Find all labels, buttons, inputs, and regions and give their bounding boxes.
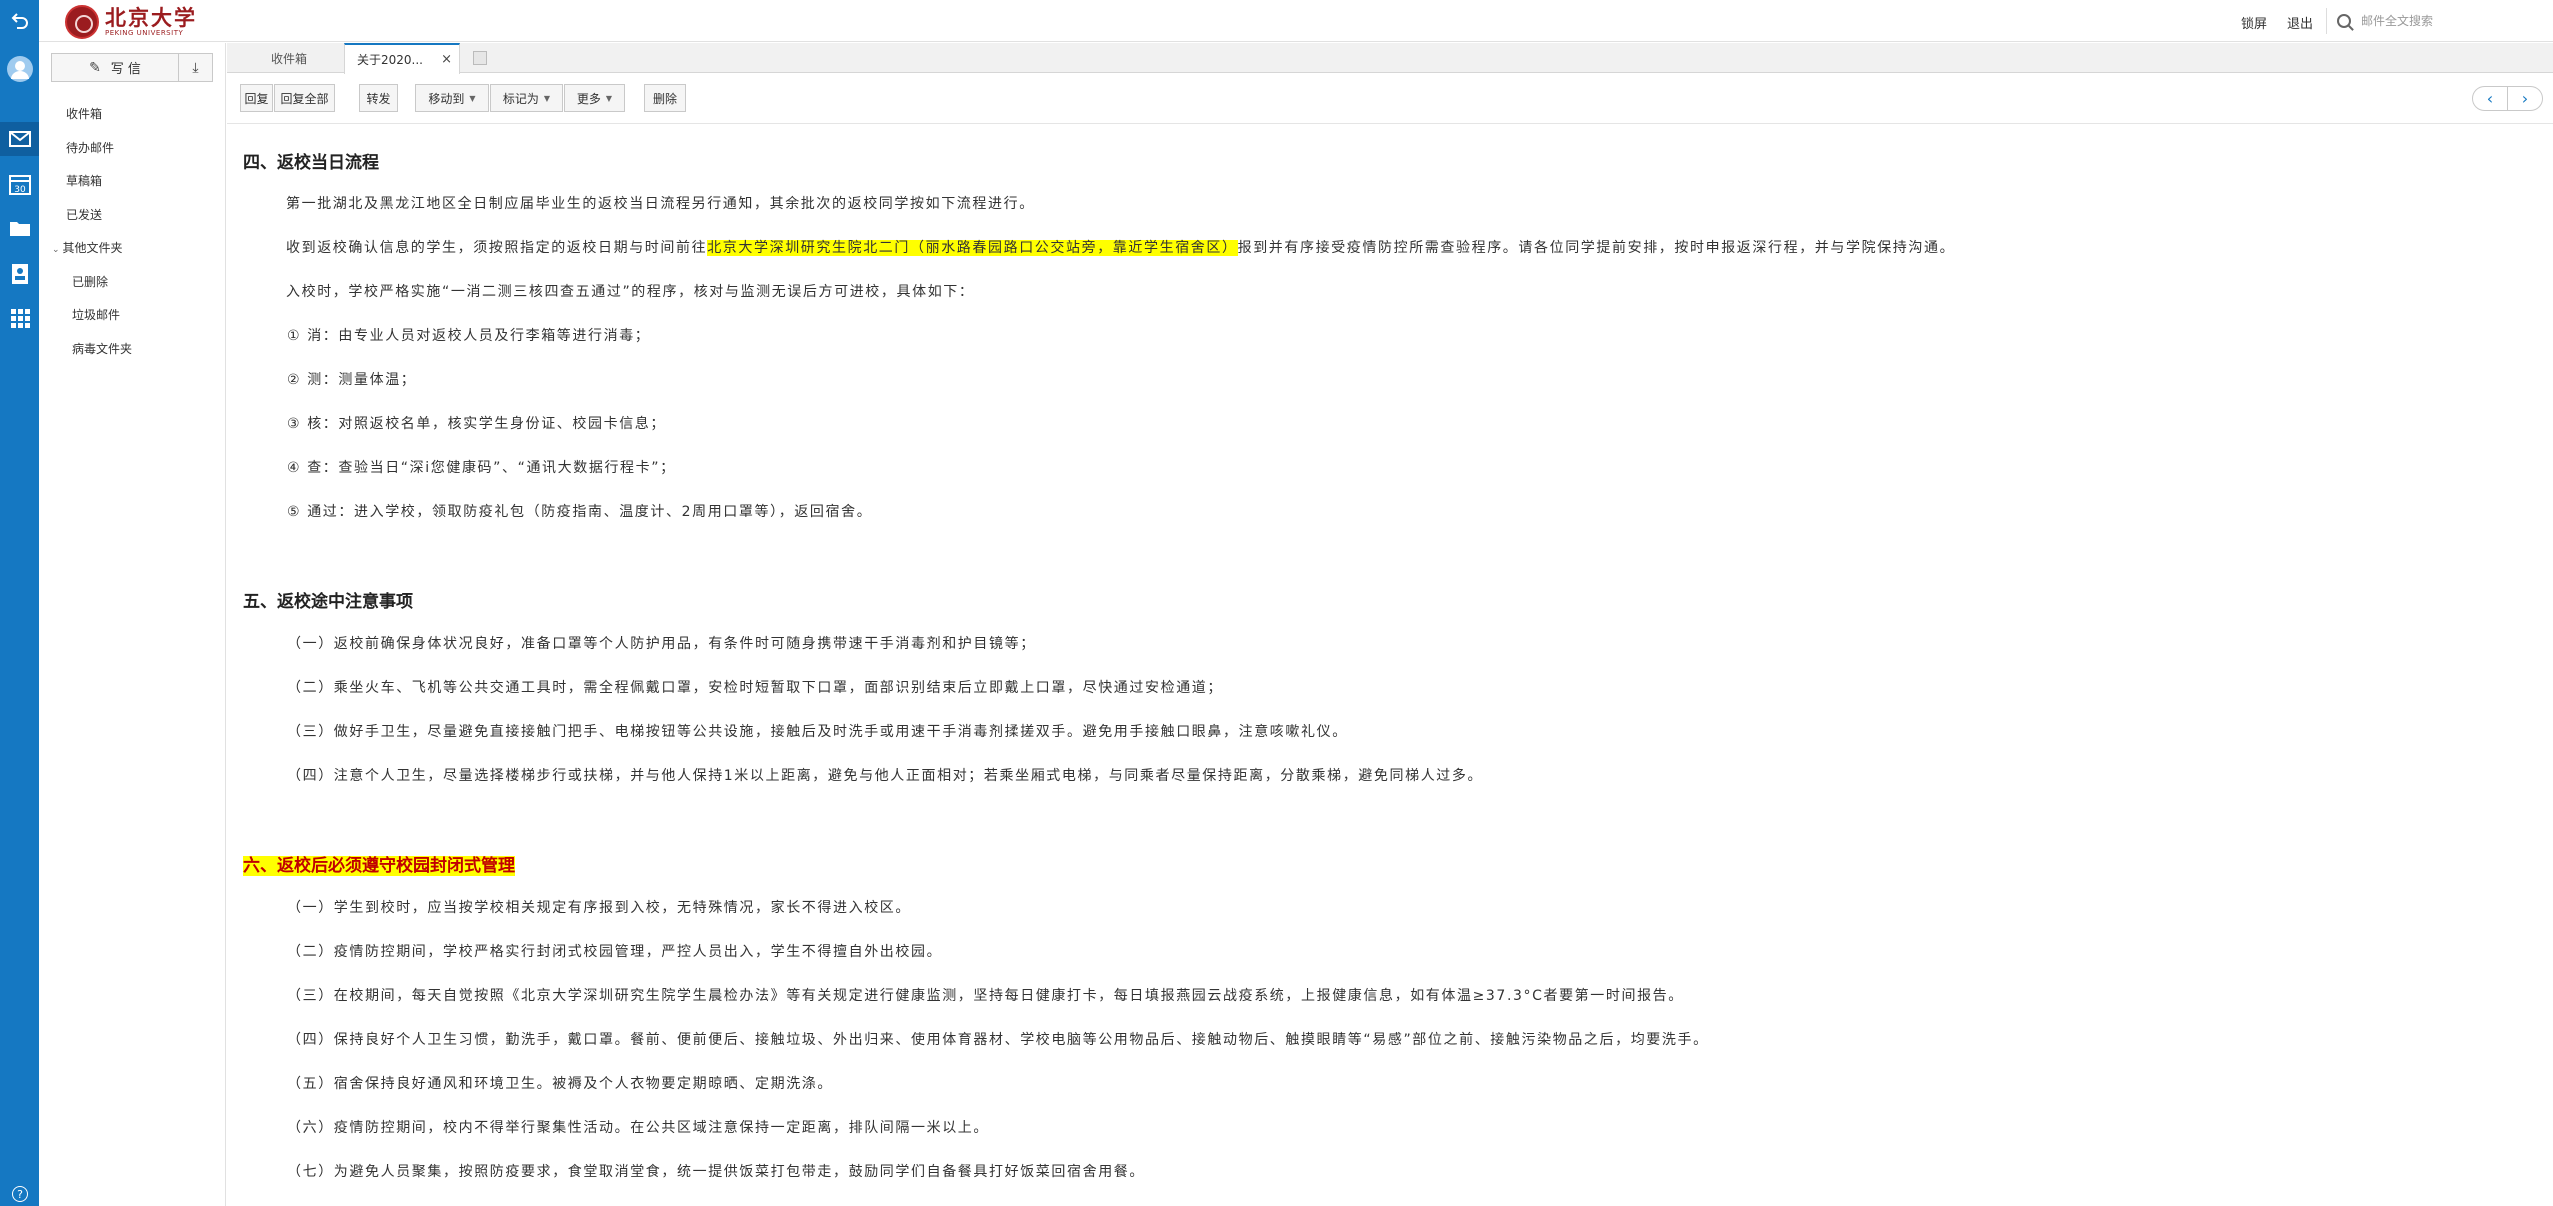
caret-down-icon: ▼: [469, 93, 476, 103]
caret-down-icon: ▼: [543, 93, 551, 103]
highlighted-location: 北京大学深圳研究生院北二门（丽水路春园路口公交站旁，靠近学生宿舍区）: [707, 240, 1238, 256]
list-item: （三）做好手卫生，尽量避免直接接触门把手、电梯按钮等公共设施，接触后及时洗手或用…: [287, 724, 1348, 740]
apps-icon[interactable]: [8, 306, 31, 329]
highlighted-heading: 六、返校后必须遵守校园封闭式管理: [243, 856, 515, 876]
folder-inbox[interactable]: 收件箱: [66, 105, 102, 122]
delete-label: 删除: [652, 91, 677, 106]
folder-todo[interactable]: 待办邮件: [66, 139, 114, 156]
logo-chinese-name: 北京大学: [105, 5, 197, 30]
contacts-icon[interactable]: [8, 262, 31, 285]
folder-virus[interactable]: 病毒文件夹: [72, 340, 132, 357]
section-heading: 五、返校途中注意事项: [243, 592, 413, 612]
tab-strip: 收件箱 关于2020... ×: [227, 43, 2553, 74]
paragraph: 收到返校确认信息的学生，须按照指定的返校日期与时间前往北京大学深圳研究生院北二门…: [286, 237, 1955, 257]
top-header: 北京大学 PEKING UNIVERSITY 锁屏 退出: [39, 0, 2553, 42]
list-item: ① 消：由专业人员对返校人员及行李箱等进行消毒；: [287, 328, 651, 344]
left-navigation-bar: 30 ?: [0, 0, 39, 1206]
paragraph-text: 收到返校确认信息的学生，须按照指定的返校日期与时间前往: [286, 240, 708, 256]
list-item: （五）宿舍保持良好通风和环境卫生。被褥及个人衣物要定期晾晒、定期洗涤。: [287, 1076, 833, 1092]
move-to-label: 移动到: [428, 91, 465, 106]
list-item: ② 测：测量体温；: [287, 372, 417, 388]
folder-deleted[interactable]: 已删除: [72, 273, 108, 290]
list-item: （一）学生到校时，应当按学校相关规定有序报到入校，无特殊情况，家长不得进入校区。: [287, 900, 911, 916]
lock-screen-link[interactable]: 锁屏: [2241, 13, 2267, 32]
list-item: ④ 查：查验当日“深i您健康码”、“通讯大数据行程卡”；: [287, 460, 676, 476]
logo-english-name: PEKING UNIVERSITY: [105, 29, 184, 37]
list-item: （二）乘坐火车、飞机等公共交通工具时，需全程佩戴口罩，安检时短暂取下口罩，面部识…: [287, 680, 1223, 696]
chevron-left-icon: ‹: [2486, 89, 2494, 108]
compose-icon: ✎: [89, 59, 101, 76]
section-heading: 四、返校当日流程: [243, 153, 379, 173]
chevron-right-icon: ›: [2521, 89, 2529, 108]
move-to-dropdown[interactable]: 移动到 ▼: [415, 84, 489, 112]
logout-link[interactable]: 退出: [2287, 13, 2313, 32]
header-divider: [2326, 8, 2327, 34]
reply-all-button[interactable]: 回复全部: [274, 84, 335, 112]
calendar-icon[interactable]: 30: [8, 172, 31, 195]
back-icon[interactable]: [8, 8, 31, 31]
tab-current-email[interactable]: 关于2020... ×: [344, 43, 460, 74]
reply-label: 回复: [244, 91, 269, 106]
list-item: （四）注意个人卫生，尽量选择楼梯步行或扶梯，并与他人保持1米以上距离，避免与他人…: [287, 768, 1484, 784]
list-item: （四）保持良好个人卫生习惯，勤洗手，戴口罩。餐前、便前便后、接触垃圾、外出归来、…: [287, 1032, 1709, 1048]
folder-sidebar: ✎ 写 信 ⤓ 收件箱 待办邮件 草稿箱 已发送 ⌄ 其他文件夹 已删除 垃圾邮件…: [39, 43, 226, 1206]
previous-email-button[interactable]: ‹: [2472, 86, 2508, 111]
forward-label: 转发: [366, 91, 391, 106]
list-item: （三）在校期间，每天自觉按照《北京大学深圳研究生院学生晨检办法》等有关规定进行健…: [287, 988, 1684, 1004]
email-body: 四、返校当日流程 第一批湖北及黑龙江地区全日制应届毕业生的返校当日流程另行通知，…: [227, 125, 2553, 1206]
list-item: （六）疫情防控期间，校内不得举行聚集性活动。在公共区域注意保持一定距离，排队间隔…: [287, 1120, 989, 1136]
mark-as-dropdown[interactable]: 标记为 ▼: [490, 84, 563, 112]
university-logo[interactable]: 北京大学 PEKING UNIVERSITY: [65, 4, 197, 40]
receive-mail-button[interactable]: ⤓: [179, 53, 213, 82]
tab-current-email-label: 关于2020...: [357, 53, 423, 67]
more-dropdown[interactable]: 更多 ▼: [564, 84, 625, 112]
fulltext-search: [2337, 7, 2547, 35]
folder-icon[interactable]: [8, 216, 31, 239]
search-icon[interactable]: [2337, 14, 2351, 28]
mail-icon[interactable]: [0, 122, 39, 156]
folder-other-label: 其他文件夹: [62, 241, 123, 255]
list-item: （二）疫情防控期间，学校严格实行封闭式校园管理，严控人员出入，学生不得擅自外出校…: [287, 944, 943, 960]
caret-down-icon: ▼: [605, 93, 613, 103]
folder-junk[interactable]: 垃圾邮件: [72, 306, 120, 323]
compose-button[interactable]: ✎ 写 信: [51, 53, 179, 82]
section-heading: 六、返校后必须遵守校园封闭式管理: [243, 851, 515, 876]
paragraph: 第一批湖北及黑龙江地区全日制应届毕业生的返校当日流程另行通知，其余批次的返校同学…: [286, 196, 1035, 212]
mail-toolbar: 回复 回复全部 转发 移动到 ▼ 标记为 ▼ 更多 ▼ 删除 ‹ ›: [227, 74, 2553, 124]
svg-text:30: 30: [14, 185, 26, 195]
paragraph: 入校时，学校严格实施“一消二测三核四查五通过”的程序，核对与监测无误后方可进校，…: [286, 284, 975, 300]
close-icon[interactable]: ×: [441, 52, 452, 67]
new-tab-icon[interactable]: [473, 51, 487, 65]
delete-button[interactable]: 删除: [644, 84, 686, 112]
tab-inbox-label: 收件箱: [270, 51, 307, 66]
peking-university-seal: [65, 5, 99, 39]
more-label: 更多: [576, 91, 601, 106]
folder-drafts[interactable]: 草稿箱: [66, 172, 102, 189]
reply-all-label: 回复全部: [280, 91, 329, 106]
avatar[interactable]: [7, 56, 33, 82]
help-icon[interactable]: ?: [12, 1186, 28, 1202]
list-item: （一）返校前确保身体状况良好，准备口罩等个人防护用品，有条件时可随身携带速干手消…: [287, 636, 1036, 652]
mark-as-label: 标记为: [502, 91, 539, 106]
folder-other-toggle[interactable]: ⌄ 其他文件夹: [52, 239, 123, 256]
download-icon: ⤓: [192, 59, 199, 76]
chevron-down-icon: ⌄: [52, 245, 60, 255]
compose-label: 写 信: [110, 62, 141, 77]
list-item: ③ 核：对照返校名单，核实学生身份证、校园卡信息；: [287, 416, 666, 432]
reply-button[interactable]: 回复: [240, 84, 273, 112]
next-email-button[interactable]: ›: [2507, 86, 2543, 111]
list-item: （七）为避免人员聚集，按照防疫要求，食堂取消堂食，统一提供饭菜打包带走，鼓励同学…: [287, 1164, 1145, 1180]
list-item: ⑤ 通过：进入学校，领取防疫礼包（防疫指南、温度计、2周用口罩等），返回宿舍。: [287, 504, 873, 520]
paragraph-text: 报到并有序接受疫情防控所需查验程序。请各位同学提前安排，按时申报返深行程，并与学…: [1237, 240, 1956, 256]
search-input[interactable]: [2361, 14, 2531, 28]
forward-button[interactable]: 转发: [359, 84, 398, 112]
folder-sent[interactable]: 已发送: [66, 206, 102, 223]
tab-inbox[interactable]: 收件箱: [234, 43, 344, 73]
